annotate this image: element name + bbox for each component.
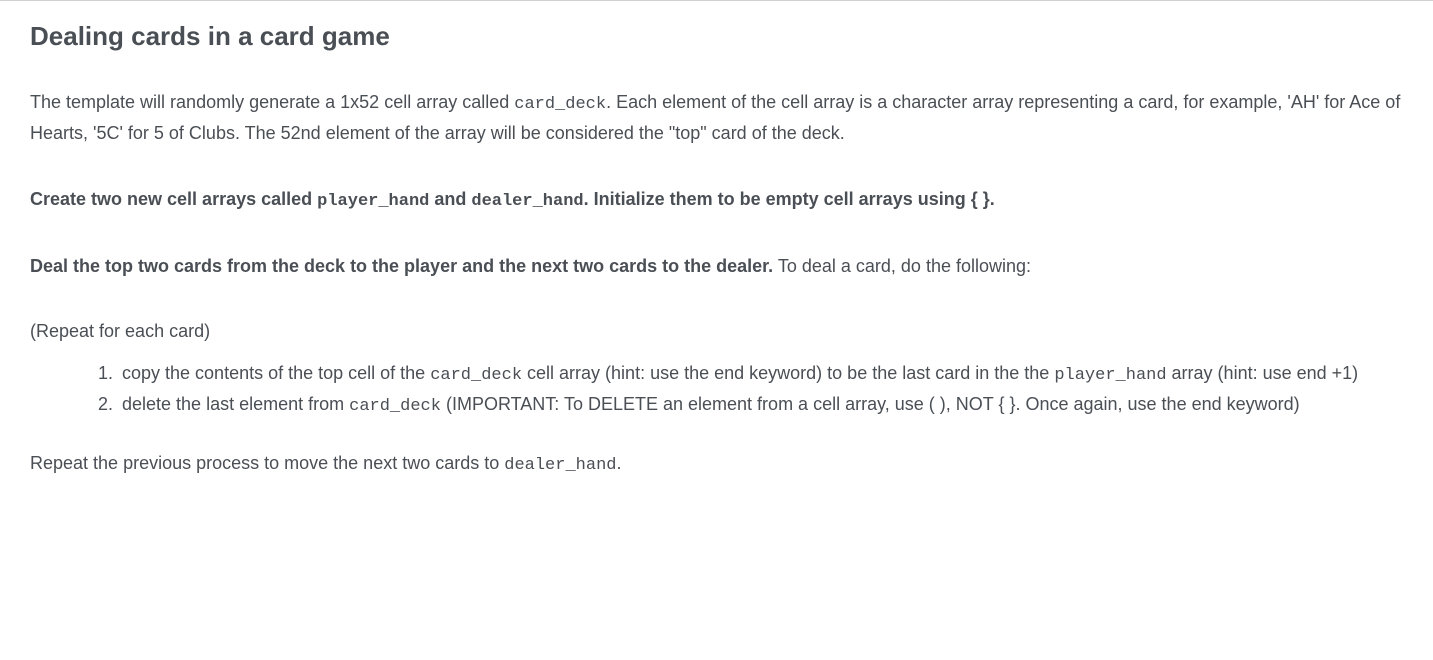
bold-text: . Initialize them to be empty cell array…	[584, 189, 995, 209]
text: To deal a card, do the following:	[773, 256, 1031, 276]
paragraph-intro: The template will randomly generate a 1x…	[30, 88, 1403, 149]
code-card-deck: card_deck	[430, 366, 522, 385]
list-item: delete the last element from card_deck (…	[118, 390, 1403, 421]
instructions-list: copy the contents of the top cell of the…	[30, 359, 1403, 421]
code-dealer-hand: dealer_hand	[471, 192, 583, 211]
paragraph-repeat-dealer: Repeat the previous process to move the …	[30, 449, 1403, 480]
text: delete the last element from	[122, 394, 349, 414]
page-title: Dealing cards in a card game	[30, 21, 1403, 52]
code-player-hand: player_hand	[317, 192, 429, 211]
paragraph-deal-instruction: Deal the top two cards from the deck to …	[30, 252, 1403, 282]
text: copy the contents of the top cell of the	[122, 363, 430, 383]
bold-text: and	[429, 189, 471, 209]
code-card-deck: card_deck	[349, 397, 441, 416]
paragraph-repeat-note: (Repeat for each card)	[30, 317, 1403, 347]
text: cell array (hint: use the end keyword) t…	[522, 363, 1054, 383]
text: .	[616, 453, 621, 473]
text: (IMPORTANT: To DELETE an element from a …	[441, 394, 1300, 414]
text: array (hint: use end +1)	[1167, 363, 1359, 383]
paragraph-create-arrays: Create two new cell arrays called player…	[30, 185, 1403, 216]
text: The template will randomly generate a 1x…	[30, 92, 514, 112]
code-card-deck: card_deck	[514, 95, 606, 114]
bold-text: Deal the top two cards from the deck to …	[30, 256, 773, 276]
list-item: copy the contents of the top cell of the…	[118, 359, 1403, 390]
text: Repeat the previous process to move the …	[30, 453, 504, 473]
bold-text: Create two new cell arrays called	[30, 189, 317, 209]
code-dealer-hand: dealer_hand	[504, 456, 616, 475]
code-player-hand: player_hand	[1054, 366, 1166, 385]
